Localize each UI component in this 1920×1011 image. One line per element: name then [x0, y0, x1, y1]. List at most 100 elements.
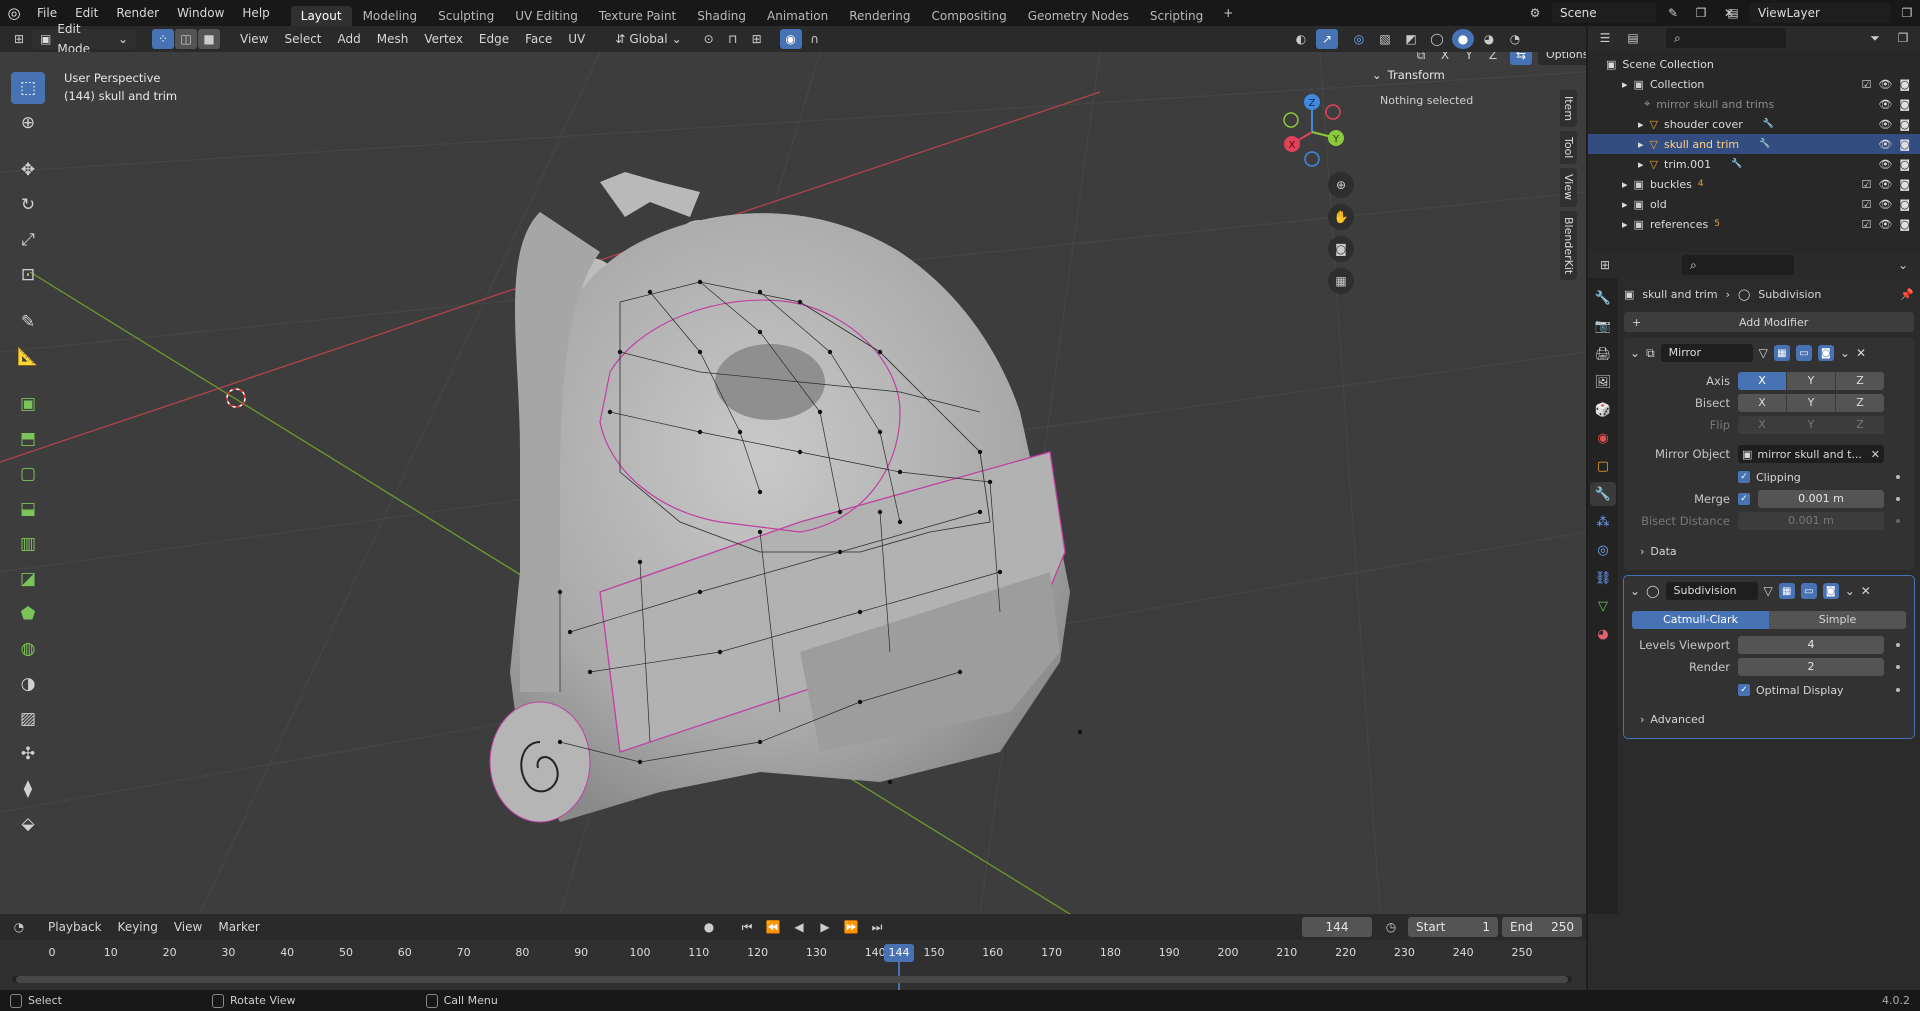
tab-blenderkit[interactable]: BlenderKit	[1560, 210, 1577, 280]
auto-merge-icon[interactable]: ⇆	[1510, 52, 1532, 65]
viewport-menu-add[interactable]: Add	[330, 28, 369, 50]
checkbox-icon[interactable]: ☑	[1861, 198, 1871, 211]
catmull-clark-button[interactable]: Catmull-Clark	[1632, 611, 1769, 629]
camera-icon[interactable]: ◙	[1899, 118, 1910, 131]
shrink-tool-icon[interactable]: ✣	[11, 738, 45, 770]
new-scene-icon[interactable]: ❐	[1690, 3, 1712, 23]
chevron-right-icon[interactable]: ▸	[1622, 178, 1628, 191]
transform-orientation[interactable]: ⇵ Global ⌄	[615, 32, 681, 46]
pivot-icon[interactable]: ⊙	[698, 29, 720, 49]
falloff-icon[interactable]: ∩	[804, 29, 826, 49]
viewport-menu-mesh[interactable]: Mesh	[369, 28, 417, 50]
scene-name-field[interactable]: Scene	[1552, 3, 1656, 23]
spin-tool-icon[interactable]: ◍	[11, 633, 45, 665]
play-reverse-icon[interactable]: ◀	[788, 917, 810, 937]
scrollbar-thumb[interactable]	[16, 976, 1568, 983]
mirror-y-button[interactable]: Y	[1458, 52, 1480, 65]
camera-icon[interactable]: ◙	[1899, 158, 1910, 171]
new-layer-icon[interactable]: ❐	[1896, 3, 1918, 23]
xray-icon[interactable]: ◩	[1400, 29, 1422, 49]
viewport-menu-select[interactable]: Select	[276, 28, 329, 50]
tab-tool[interactable]: Tool	[1560, 131, 1577, 165]
tab-texture-paint[interactable]: Texture Paint	[589, 6, 686, 26]
next-keyframe-icon[interactable]: ⏩	[840, 917, 862, 937]
camera-icon[interactable]: ◙	[1899, 98, 1910, 111]
clipping-checkbox[interactable]: ✓	[1738, 471, 1750, 483]
cursor-tool-icon[interactable]: ⊕	[11, 107, 45, 139]
mirror-x-button[interactable]: X	[1434, 52, 1456, 65]
jump-start-icon[interactable]: ⏮	[736, 917, 758, 937]
render-toggle-icon[interactable]: ◙	[1817, 345, 1834, 361]
optimal-display-checkbox[interactable]: ✓	[1738, 684, 1750, 696]
chevron-right-icon[interactable]: ▸	[1638, 138, 1644, 151]
axis-x-toggle[interactable]: X	[1738, 372, 1787, 390]
camera-icon[interactable]: ◙	[1899, 138, 1910, 151]
close-icon[interactable]: ✕	[1871, 448, 1880, 461]
outliner-row-buckles[interactable]: ▸ ▣ buckles 4 ☑ 👁 ◙	[1588, 174, 1920, 194]
keyframe-dot[interactable]	[1896, 475, 1900, 479]
move-tool-icon[interactable]: ✥	[11, 154, 45, 186]
cage-toggle-icon[interactable]: ▦	[1778, 583, 1795, 599]
rip-tool-icon[interactable]: ⬙	[11, 808, 45, 840]
scene-tab-icon[interactable]: 🎲	[1590, 398, 1616, 422]
options-dropdown[interactable]: Options	[1538, 52, 1586, 65]
menu-item-window[interactable]: Window	[168, 0, 233, 26]
add-cube-tool-icon[interactable]: ▣	[11, 388, 45, 420]
simple-button[interactable]: Simple	[1769, 611, 1906, 629]
subdivision-name-field[interactable]: Subdivision	[1665, 582, 1758, 600]
start-frame-field[interactable]: Start 1	[1408, 917, 1498, 937]
keyframe-dot[interactable]	[1896, 665, 1900, 669]
tab-shading[interactable]: Shading	[687, 6, 756, 26]
tab-item[interactable]: Item	[1560, 90, 1577, 128]
grid-icon[interactable]: ▦	[1328, 268, 1354, 294]
timeline-menu-playback[interactable]: Playback	[40, 916, 110, 938]
eye-icon[interactable]: 👁	[1878, 98, 1892, 111]
mirror-name-field[interactable]: Mirror	[1660, 344, 1753, 362]
keyframe-dot[interactable]	[1896, 497, 1900, 501]
menu-item-render[interactable]: Render	[107, 0, 168, 26]
transform-panel-header[interactable]: ⌄ Transform	[1372, 68, 1556, 82]
object-icon[interactable]: ▢	[1590, 454, 1616, 478]
edit-mode-toggle-icon[interactable]: ▽	[1759, 346, 1768, 360]
smooth-tool-icon[interactable]: ◑	[11, 668, 45, 700]
jump-end-icon[interactable]: ⏭	[866, 917, 888, 937]
end-frame-field[interactable]: End 250	[1502, 917, 1582, 937]
data-subpanel[interactable]: › Data	[1624, 540, 1914, 562]
camera-icon[interactable]: ◙	[1899, 178, 1910, 191]
vertex-select-icon[interactable]: ⁘	[152, 29, 174, 49]
visibility-icon[interactable]: ◐	[1290, 29, 1312, 49]
merge-value-field[interactable]: 0.001 m	[1758, 490, 1884, 508]
face-select-icon[interactable]: ■	[198, 29, 220, 49]
mirror-z-button[interactable]: Z	[1482, 52, 1504, 65]
select-box-icon[interactable]: ⬚	[11, 72, 45, 104]
zoom-icon[interactable]: ⊕	[1328, 172, 1354, 198]
tab-layout[interactable]: Layout	[290, 6, 352, 26]
chevron-right-icon[interactable]: ▸	[1622, 78, 1628, 91]
levels-viewport-field[interactable]: 4	[1738, 636, 1884, 654]
pin-icon[interactable]: ✎	[1662, 3, 1684, 23]
snap-icon[interactable]: ⊓	[722, 29, 744, 49]
camera-icon[interactable]: ◙	[1899, 218, 1910, 231]
modifier-wrench-icon[interactable]: 🔧	[1590, 482, 1616, 506]
3d-viewport[interactable]: ⬚ ⊕ ✥ ↻ ⤢ ⊡ ✎ 📐 ▣ ⬒ ▢ ⬓ ▥ ◪ ⬟ ◍ ◑ ▨ ✣ ⧫ …	[0, 52, 1586, 914]
world-icon[interactable]: ◉	[1590, 426, 1616, 450]
solid-shading-icon[interactable]: ●	[1452, 29, 1474, 49]
properties-editor-icon[interactable]: ⊞	[1594, 255, 1616, 275]
mesh-overlay-icon[interactable]: ▧	[1374, 29, 1396, 49]
timeline-menu-view[interactable]: View	[166, 916, 210, 938]
merge-checkbox[interactable]: ✓	[1738, 493, 1750, 505]
3d-cursor-icon[interactable]	[226, 388, 246, 408]
timeline-editor-icon[interactable]: ◔	[8, 917, 30, 937]
tab-rendering[interactable]: Rendering	[839, 6, 920, 26]
mode-dropdown[interactable]: ▣ Edit Mode ⌄	[32, 22, 136, 56]
edit-mode-toggle-icon[interactable]: ▽	[1764, 584, 1773, 598]
chevron-down-icon[interactable]: ⌄	[1630, 346, 1640, 360]
chevron-right-icon[interactable]: ▸	[1622, 198, 1628, 211]
tool-settings-icon[interactable]: 🔧	[1590, 286, 1616, 310]
eye-icon[interactable]: 👁	[1878, 198, 1892, 211]
gizmo-icon[interactable]: ↗	[1316, 29, 1338, 49]
tab-scripting[interactable]: Scripting	[1140, 6, 1213, 26]
mirror-options-icon[interactable]: ⧉	[1410, 52, 1432, 65]
bevel-tool-icon[interactable]: ⬓	[11, 493, 45, 525]
bisect-x-toggle[interactable]: X	[1738, 394, 1787, 412]
